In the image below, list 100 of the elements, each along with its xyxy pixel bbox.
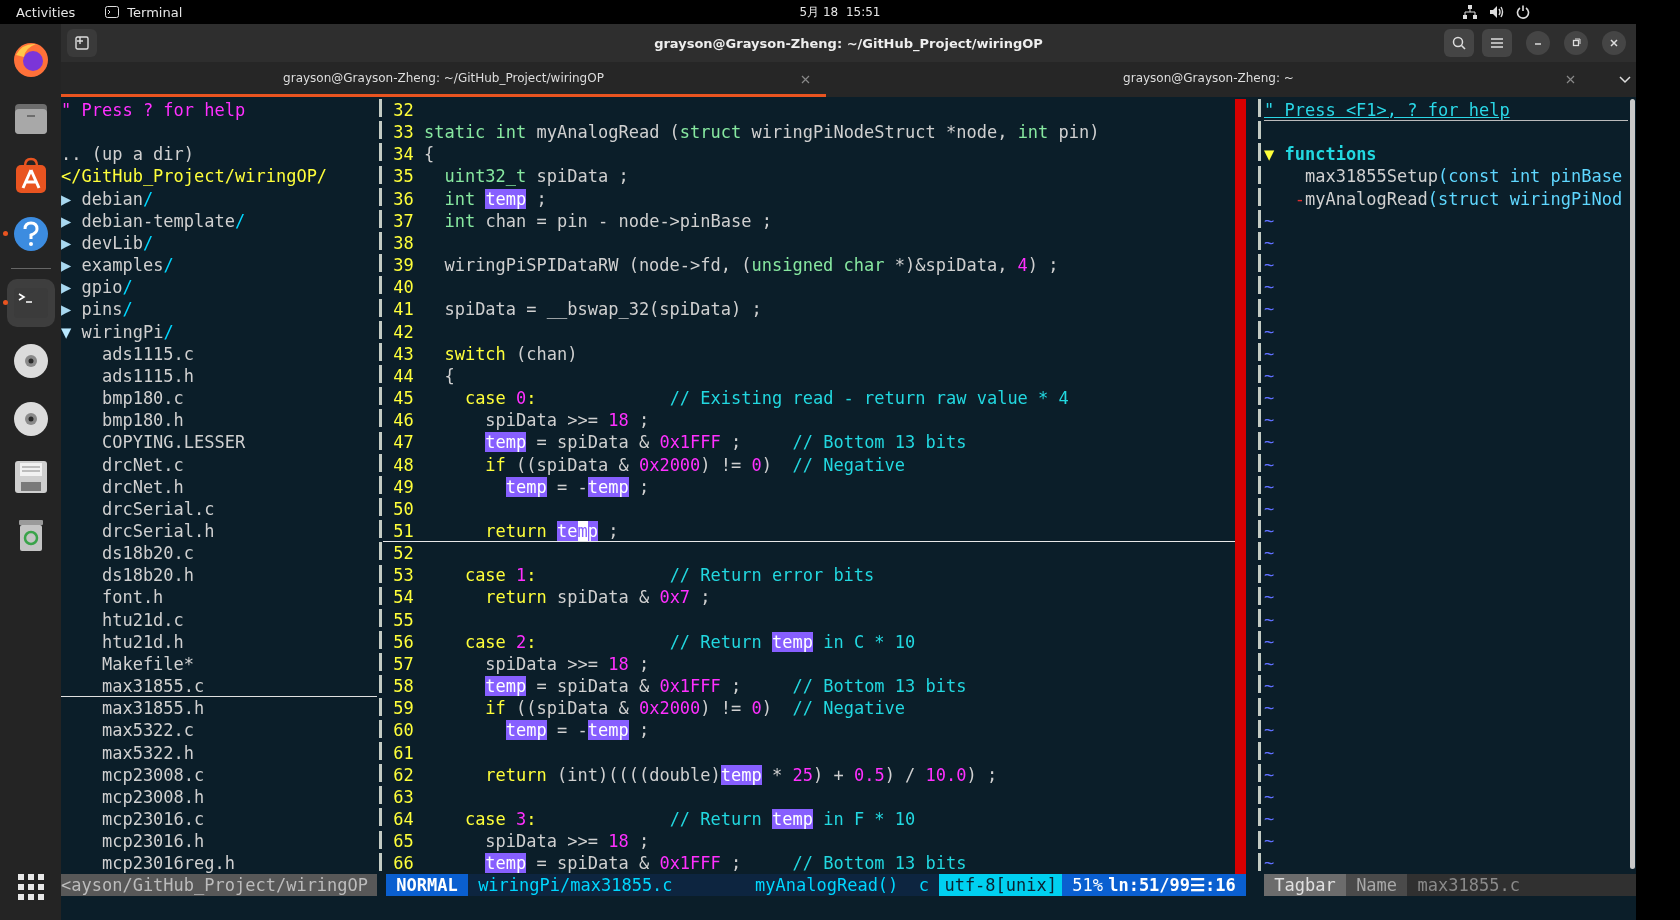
line-number: 54 — [392, 586, 414, 609]
tree-item[interactable]: mcp23008.h — [61, 785, 377, 808]
empty-line-marker: ~ — [1264, 497, 1275, 520]
tree-item[interactable]: .. (up a dir) — [61, 143, 377, 166]
close-icon[interactable] — [1566, 75, 1575, 84]
sort-mode: Name — [1345, 874, 1408, 897]
minimize-button[interactable] — [1526, 31, 1550, 55]
line-number: 65 — [392, 830, 414, 853]
new-tab-button[interactable] — [67, 29, 97, 57]
tree-item[interactable]: ds18b20.c — [61, 542, 377, 565]
power-icon[interactable] — [1516, 5, 1530, 19]
tree-item[interactable]: drcSerial.h — [61, 519, 377, 543]
empty-line-marker: ~ — [1264, 763, 1275, 786]
tree-item[interactable]: ▶ examples/ — [61, 254, 377, 277]
line-number: 37 — [392, 209, 414, 232]
tree-item[interactable]: mcp23016.c — [61, 808, 377, 831]
line-number: 36 — [392, 187, 414, 210]
empty-line-marker: ~ — [1264, 586, 1275, 609]
tree-item[interactable]: Makefile* — [61, 652, 377, 676]
function-name: myAnalogRead() — [755, 874, 909, 897]
empty-line-marker: ~ — [1264, 675, 1275, 698]
activities-button[interactable]: Activities — [16, 4, 76, 20]
tree-item[interactable]: mcp23008.c — [61, 763, 377, 786]
apps-grid-icon[interactable] — [17, 874, 44, 900]
code-line: return (int)((((double)temp * 25) + 0.5) / 10.0) ; — [484, 763, 998, 786]
tree-item[interactable]: bmp180.h — [61, 409, 377, 432]
line-number: 55 — [392, 608, 414, 631]
close-icon[interactable] — [801, 75, 810, 84]
tree-item[interactable]: ▶ gpio/ — [61, 276, 377, 299]
empty-line-marker: ~ — [1264, 431, 1275, 454]
empty-line-marker: ~ — [1264, 697, 1275, 720]
code-line: spiData = __bswap_32(spiData) ; — [443, 298, 762, 321]
empty-line-marker: ~ — [1264, 453, 1275, 476]
tree-item[interactable]: max5322.h — [61, 741, 377, 764]
line-number: 59 — [392, 697, 414, 720]
code-line: case 1: // Return error bits — [463, 564, 875, 587]
restore-button[interactable] — [1564, 31, 1588, 55]
help-hint: " Press ? for help — [61, 99, 246, 122]
tag-group[interactable]: ▼ functions — [1264, 143, 1377, 166]
tree-item[interactable]: drcSerial.c — [61, 497, 377, 520]
empty-line-marker: ~ — [1264, 608, 1275, 631]
empty-line-marker: ~ — [1264, 741, 1275, 764]
tree-item[interactable]: ds18b20.h — [61, 564, 377, 587]
code-line: temp = spiData & 0x1FFF ; // Bottom 13 bits — [484, 852, 967, 875]
tree-item[interactable]: max31855.c — [61, 675, 377, 698]
restore-icon — [1571, 38, 1581, 48]
tree-item[interactable]: max31855.h — [61, 697, 377, 720]
tree-item[interactable]: ▶ pins/ — [61, 298, 377, 321]
tree-item[interactable]: ▶ debian-template/ — [61, 209, 377, 232]
tree-item[interactable]: max5322.c — [61, 719, 377, 742]
line-number: 40 — [392, 276, 414, 299]
network-icon[interactable] — [1463, 5, 1477, 19]
line-number: 52 — [392, 542, 414, 565]
tagbar-label: Tagbar — [1264, 874, 1346, 897]
line-number: 50 — [392, 497, 414, 520]
tree-item[interactable]: font.h — [61, 586, 377, 609]
volume-icon[interactable] — [1489, 5, 1504, 19]
chevron-down-icon[interactable] — [1619, 75, 1631, 84]
code-line: temp = -temp ; — [504, 719, 650, 742]
tree-item[interactable]: drcNet.c — [61, 453, 377, 476]
empty-line-marker: ~ — [1264, 320, 1275, 343]
tree-item[interactable]: mcp23016.h — [61, 830, 377, 853]
file-name: wiringPi/max31855.c — [467, 874, 756, 897]
search-button[interactable] — [1444, 29, 1474, 57]
close-button[interactable] — [1602, 31, 1626, 55]
tree-item[interactable]: mcp23016reg.h — [61, 852, 377, 875]
code-line: temp = -temp ; — [504, 475, 650, 498]
tree-item[interactable]: ▶ debian/ — [61, 187, 377, 210]
tree-item[interactable]: bmp180.c — [61, 387, 377, 410]
tree-item[interactable]: htu21d.c — [61, 608, 377, 631]
line-number: 60 — [392, 719, 414, 742]
terminal-tab[interactable]: grayson@Grayson-Zheng: ~ — [826, 62, 1591, 97]
line-number: 47 — [392, 431, 414, 454]
tree-item[interactable]: htu21d.h — [61, 630, 377, 653]
app-name[interactable]: Terminal — [127, 4, 183, 20]
empty-line-marker: ~ — [1264, 542, 1275, 565]
tag-entry[interactable]: max31855Setup(const int pinBase — [1264, 165, 1623, 188]
close-icon — [1609, 38, 1619, 48]
tag-entry[interactable]: -myAnalogRead(struct wiringPiNod — [1264, 187, 1623, 210]
empty-line-marker: ~ — [1264, 387, 1275, 410]
line-number: 61 — [392, 741, 414, 764]
code-line: if ((spiData & 0x2000) != 0) // Negative — [484, 453, 906, 476]
cursor-position: ln:51/99☰:16 — [1108, 874, 1246, 897]
code-line: uint32_t spiData ; — [443, 165, 629, 188]
menu-button[interactable] — [1482, 29, 1512, 57]
code-line: static int myAnalogRead (struct wiringPiNodeStruct *node, int pin) — [423, 121, 1100, 144]
tree-item[interactable]: ▼ wiringPi/ — [61, 320, 377, 343]
empty-line-marker: ~ — [1264, 276, 1275, 299]
line-number: 33 — [392, 121, 414, 144]
line-number: 66 — [392, 852, 414, 875]
code-line: { — [423, 143, 435, 166]
tree-item[interactable]: COPYING.LESSER — [61, 431, 377, 454]
tree-item[interactable]: drcNet.h — [61, 475, 377, 498]
tree-item[interactable]: ads1115.c — [61, 342, 377, 365]
tree-item[interactable]: ▶ devLib/ — [61, 231, 377, 255]
clock[interactable]: 5月 18 15:51 — [799, 3, 881, 21]
empty-line-marker: ~ — [1264, 830, 1275, 853]
scrollbar[interactable] — [1629, 99, 1635, 869]
tree-item[interactable]: ads1115.h — [61, 364, 377, 388]
line-number: 35 — [392, 165, 414, 188]
